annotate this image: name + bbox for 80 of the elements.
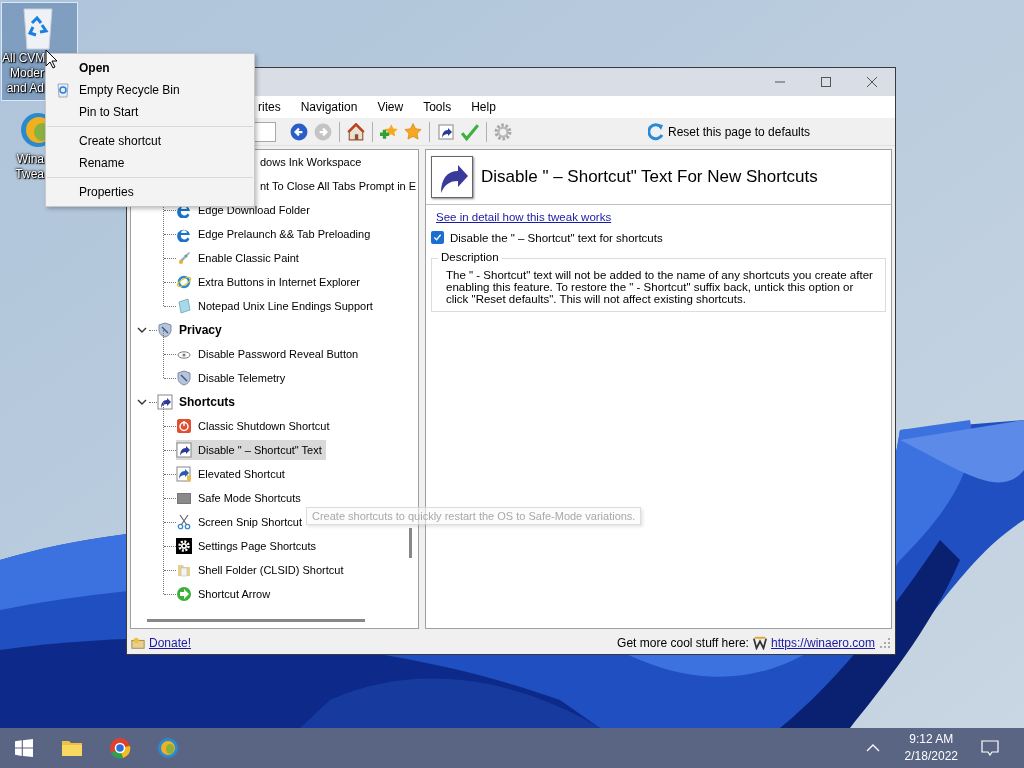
menu-item[interactable]: Create shortcut [46, 130, 254, 152]
tooltip: Create shortcuts to quickly restart the OS to Safe-Mode variations. [306, 507, 642, 525]
tree-item[interactable]: Safe Mode Shortcuts [176, 488, 305, 508]
menu-item[interactable]: View [367, 97, 414, 117]
browser-icon [109, 737, 131, 759]
website-link[interactable]: https://winaero.com [770, 636, 875, 650]
chevron-icon[interactable] [137, 325, 147, 335]
tree-item[interactable]: dows Ink Workspace [258, 152, 364, 172]
scrollbar-thumb[interactable] [409, 528, 412, 558]
tree-item[interactable]: Disable " – Shortcut" Text [176, 440, 326, 460]
w-logo-icon [752, 636, 767, 650]
folder-icon [61, 738, 83, 758]
favorites-button[interactable] [402, 120, 424, 143]
notepad-icon [176, 298, 192, 314]
details-link[interactable]: See in detail how this tweak works [431, 211, 612, 223]
folder-icon [176, 562, 192, 578]
tree-item[interactable]: Enable Classic Paint [176, 248, 303, 268]
tree-item[interactable]: Screen Snip Shortcut [176, 512, 306, 532]
speech-bubble-icon [981, 740, 999, 756]
shortcut-arrow-icon [431, 156, 473, 198]
tweak-title: Disable " – Shortcut" Text For New Shortcuts [481, 167, 818, 187]
maximize-icon [820, 76, 832, 88]
elevated-shortcut-icon [176, 466, 192, 482]
menu-item[interactable]: Navigation [290, 97, 368, 117]
gear-icon [176, 538, 192, 554]
menu-item[interactable]: Tools [413, 97, 462, 117]
checkmark-icon [433, 233, 442, 242]
tree-item[interactable]: Settings Page Shortcuts [176, 536, 320, 556]
clock[interactable]: 9:12 AM 2/18/2022 [896, 731, 966, 765]
menu-item[interactable]: Pin to Start [46, 101, 254, 123]
tree-item[interactable]: Disable Telemetry [176, 368, 290, 388]
shield-icon [157, 322, 173, 338]
recycle-bin-icon [56, 82, 70, 98]
description-text: The " - Shortcut" text will not be added to the name of any shortcuts you create after enabling this feature. To restore the " - Shortcut" suffix back, untick this option or click "Reset defaults". This will not affect existing shortcuts. [446, 269, 873, 305]
power-icon [176, 418, 192, 434]
checkmark-icon [461, 122, 479, 141]
close-icon [866, 76, 878, 88]
tree-group[interactable]: Shortcuts [157, 392, 239, 412]
group-legend: Description [438, 251, 502, 263]
star-icon [404, 122, 422, 141]
settings-icon [494, 122, 512, 141]
option-checkbox[interactable]: Disable the " – Shortcut" text for shortcuts [431, 231, 663, 244]
promo-text: Get more cool stuff here: [617, 636, 749, 650]
star-plus-icon [380, 122, 398, 141]
tree-group[interactable]: Privacy [157, 320, 226, 340]
paint-brush-icon [176, 250, 192, 266]
app-icon [157, 737, 179, 759]
icon-label: All CVM [2, 51, 44, 66]
menu-item[interactable]: Help [461, 97, 506, 117]
chevron-up-icon [865, 744, 880, 752]
tree-item[interactable]: Disable Password Reveal Button [176, 344, 363, 364]
scrollbar-thumb[interactable] [147, 618, 365, 622]
icon-label: Moder [9, 66, 44, 81]
browser-icon [176, 274, 192, 290]
tree-item[interactable]: Shell Folder (CLSID) Shortcut [176, 560, 348, 580]
menu-item[interactable]: Properties [46, 181, 254, 203]
chevron-icon[interactable] [137, 397, 147, 407]
tree-item[interactable]: Elevated Shortcut [176, 464, 289, 484]
house-icon [347, 122, 365, 141]
tree-item[interactable]: Extra Buttons in Internet Explorer [176, 272, 365, 292]
refresh-icon [648, 122, 664, 141]
arrow-circle-icon [176, 586, 192, 602]
start-icon [15, 739, 33, 757]
icon-label: Wina [15, 152, 44, 167]
checkbox[interactable] [431, 231, 444, 244]
icon-label: and Ad [5, 81, 44, 96]
tree-item[interactable]: Edge Prelaunch && Tab Preloading [176, 224, 375, 244]
donate-icon [131, 636, 145, 650]
donate-link[interactable]: Donate! [149, 636, 192, 650]
tree-item[interactable]: Shortcut Arrow [176, 584, 275, 604]
icon-label: Twea [14, 167, 44, 182]
tree-item[interactable]: Notepad Unix Line Endings Support [176, 296, 377, 316]
tree-item[interactable]: nt To Close All Tabs Prompt in E [258, 176, 419, 196]
shield-icon [176, 370, 192, 386]
reset-button[interactable]: Reset this page to defaults [644, 119, 815, 144]
resize-grip-icon[interactable] [879, 637, 891, 649]
menu-item[interactable]: Rename [46, 152, 254, 174]
tree-item[interactable]: Classic Shutdown Shortcut [176, 416, 334, 436]
home-button[interactable] [345, 120, 367, 143]
scissors-icon [176, 514, 192, 530]
